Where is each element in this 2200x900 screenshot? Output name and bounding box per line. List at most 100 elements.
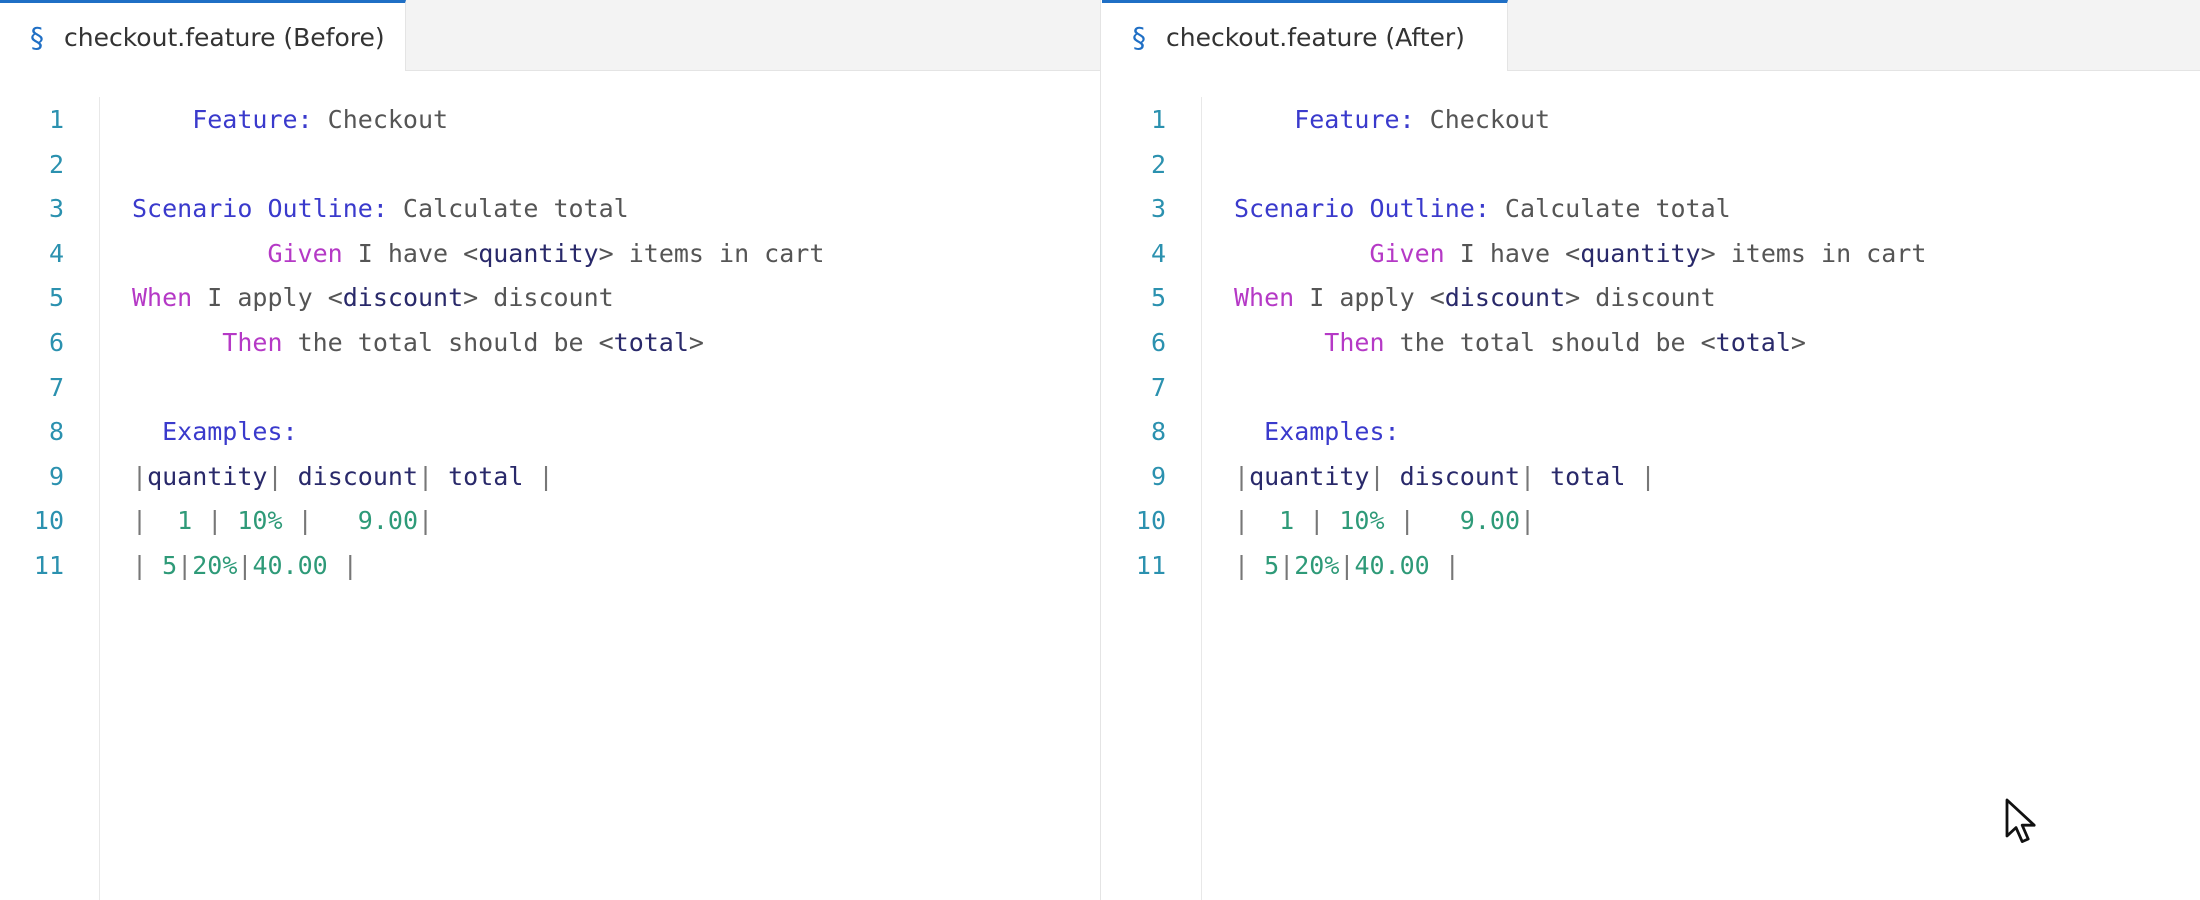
code-editor[interactable]: 1 Feature: Checkout 2 3 Scenario Outline: Ca… — [0, 71, 1100, 900]
code-text: Then the total should be <total> — [1234, 321, 1806, 365]
token-txt: Checkout — [1414, 105, 1551, 134]
token-txt: I apply — [192, 283, 328, 313]
token-txt: Calculate total — [1489, 194, 1731, 224]
token-ph: discount — [342, 283, 464, 313]
code-text: Given I have <quantity> items in cart — [132, 232, 824, 276]
token-num: 5 — [1249, 551, 1280, 580]
token-txt: > — [598, 238, 614, 268]
line-number: 6 — [48, 328, 64, 357]
code-text: | 1 | 10% | 9.00| — [1234, 499, 1535, 543]
line-number: 10 — [1135, 506, 1166, 536]
line-number: 5 — [48, 283, 64, 313]
code-line: 5 When I apply <discount> discount — [0, 276, 1100, 320]
line-number: 6 — [1150, 328, 1166, 357]
token-kw: Examples: — [162, 417, 298, 447]
tab-label: checkout.feature (After) — [1166, 22, 1465, 52]
code-line: 3 Scenario Outline: Calculate total — [0, 187, 1100, 231]
tab-bar: § checkout.feature (After) — [1102, 0, 2200, 71]
token-txt: < — [463, 238, 479, 268]
tab-checkout-feature-before[interactable]: § checkout.feature (Before) — [0, 0, 406, 71]
token-num: 10% — [222, 506, 283, 536]
token-num: 20% — [192, 551, 238, 580]
token-txt: I have — [1444, 238, 1566, 268]
line-number: 8 — [1150, 417, 1166, 447]
token-txt: > — [1790, 328, 1806, 357]
token-txt: Calculate total — [387, 194, 629, 224]
token-txt: Checkout — [312, 105, 449, 134]
code-line: 8 Examples: — [0, 410, 1100, 454]
token-txt: < — [1429, 283, 1445, 313]
code-line: 3 Scenario Outline: Calculate total — [1102, 187, 2200, 231]
token-txt: > — [1700, 238, 1716, 268]
code-text: | 1 | 10% | 9.00| — [132, 499, 433, 543]
token-pipe: | — [192, 506, 223, 536]
token-txt: I have — [342, 238, 464, 268]
code-text: Examples: — [132, 410, 298, 454]
token-num: 1 — [1249, 506, 1295, 536]
line-number: 1 — [1150, 105, 1166, 134]
token-ph: quantity — [1580, 238, 1701, 268]
token-pipe: | — [523, 461, 554, 491]
token-pipe: | — [132, 461, 148, 491]
token-txt: < — [598, 328, 614, 357]
token-ph: total — [613, 328, 689, 357]
line-number: 2 — [1150, 149, 1166, 179]
token-ph: quantity — [1249, 461, 1370, 491]
line-number: 2 — [48, 149, 64, 179]
line-number: 3 — [48, 194, 64, 224]
token-txt: > — [1565, 283, 1581, 313]
token-num: 5 — [147, 551, 178, 580]
token-pipe: | — [1294, 506, 1325, 536]
line-number: 1 — [48, 105, 64, 134]
token-pipe: | — [1234, 551, 1250, 580]
token-kw: Feature: — [192, 105, 313, 134]
token-pipe: | — [1520, 461, 1536, 491]
token-ph: total — [433, 461, 524, 491]
code-line: 1 Feature: Checkout — [0, 98, 1100, 142]
line-number: 9 — [1150, 461, 1166, 491]
token-txt: the total should be — [1384, 328, 1701, 357]
token-txt: I apply — [1294, 283, 1430, 313]
token-pipe: | — [237, 551, 253, 580]
section-sign-icon: § — [30, 20, 44, 54]
token-txt: items in cart — [613, 238, 825, 268]
token-pipe: | — [177, 551, 193, 580]
code-line: 4 Given I have <quantity> items in cart — [0, 232, 1100, 276]
token-txt: > — [463, 283, 479, 313]
token-step: Then — [1324, 328, 1385, 357]
token-pipe: | — [418, 506, 434, 536]
token-num: 1 — [147, 506, 193, 536]
code-text: | 5|20%|40.00 | — [132, 544, 358, 588]
token-pipe: | — [1429, 551, 1460, 580]
code-text: Scenario Outline: Calculate total — [132, 187, 629, 231]
code-line: 5 When I apply <discount> discount — [1102, 276, 2200, 320]
line-number: 7 — [48, 372, 64, 402]
token-pipe: | — [282, 506, 313, 536]
token-pipe: | — [1384, 506, 1415, 536]
code-text: |quantity| discount| total | — [132, 455, 554, 499]
token-pipe: | — [327, 551, 358, 580]
mouse-pointer-icon — [2005, 798, 2036, 843]
token-txt: discount — [478, 283, 614, 313]
token-txt: the total should be — [282, 328, 599, 357]
code-text: When I apply <discount> discount — [1234, 276, 1716, 320]
token-step: When — [132, 283, 193, 313]
line-number: 3 — [1150, 194, 1166, 224]
code-line: 8 Examples: — [1102, 410, 2200, 454]
code-text: Then the total should be <total> — [132, 321, 704, 365]
token-txt: < — [327, 283, 343, 313]
token-num: 10% — [1324, 506, 1385, 536]
token-step: When — [1234, 283, 1295, 313]
token-pipe: | — [1279, 551, 1295, 580]
code-line: 9 |quantity| discount| total | — [0, 455, 1100, 499]
line-number: 4 — [1150, 238, 1166, 268]
code-editor[interactable]: 1 Feature: Checkout 2 3 Scenario Outline: Ca… — [1102, 71, 2200, 900]
token-pipe: | — [132, 551, 148, 580]
token-kw: Scenario Outline: — [1234, 194, 1490, 224]
token-pipe: | — [418, 461, 434, 491]
token-kw: Scenario Outline: — [132, 194, 388, 224]
section-sign-icon: § — [1132, 20, 1146, 54]
token-pipe: | — [267, 461, 283, 491]
code-line: 4 Given I have <quantity> items in cart — [1102, 232, 2200, 276]
tab-checkout-feature-after[interactable]: § checkout.feature (After) — [1102, 0, 1508, 71]
